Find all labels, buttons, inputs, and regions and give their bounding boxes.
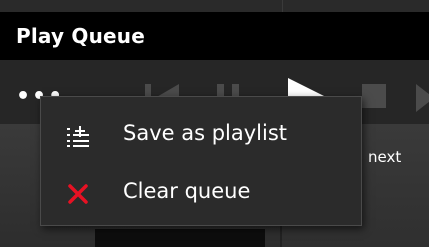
- stop-icon[interactable]: [360, 82, 390, 112]
- next-icon[interactable]: [414, 78, 429, 118]
- divider: [282, 0, 283, 12]
- top-strip: [0, 0, 429, 12]
- context-menu: Save as playlist Clear queue: [40, 96, 362, 226]
- menu-item-clear-queue[interactable]: Clear queue: [41, 165, 361, 221]
- close-x-icon: [68, 184, 88, 204]
- save-playlist-icon: [67, 126, 89, 147]
- menu-item-label: Save as playlist: [123, 121, 288, 145]
- thumbnail: [95, 229, 265, 247]
- play-queue-window: Play Queue ••• next: [0, 0, 429, 247]
- title-bar: Play Queue: [0, 12, 429, 60]
- menu-item-label: Clear queue: [123, 179, 251, 203]
- next-label: next: [368, 148, 402, 166]
- menu-item-save-as-playlist[interactable]: Save as playlist: [41, 107, 361, 163]
- page-title: Play Queue: [16, 24, 146, 48]
